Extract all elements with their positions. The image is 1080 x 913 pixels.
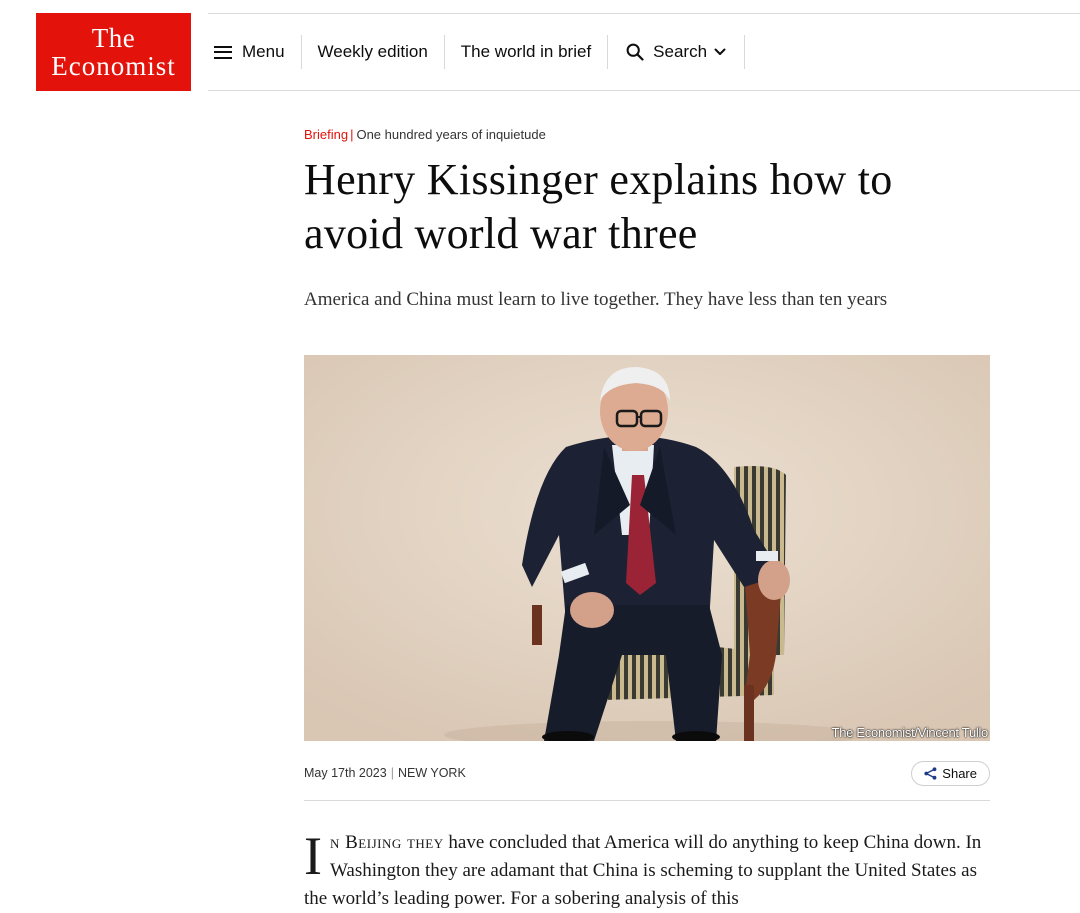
world-in-brief-link[interactable]: The world in brief (445, 35, 609, 69)
menu-button[interactable]: Menu (208, 35, 302, 69)
rubric: Briefing | One hundred years of inquietude (304, 125, 990, 145)
portrait-illustration (304, 355, 990, 741)
logo-line-1: The (91, 22, 136, 53)
economist-logo[interactable]: The Economist (36, 13, 191, 91)
weekly-edition-link[interactable]: Weekly edition (302, 35, 445, 69)
rubric-text: One hundred years of inquietude (356, 127, 546, 142)
share-icon (924, 766, 937, 780)
weekly-edition-label: Weekly edition (317, 42, 428, 61)
article-meta: May 17th 2023 | NEW YORK Share (304, 760, 990, 786)
image-credit: The Economist/Vincent Tullo (831, 725, 989, 740)
world-in-brief-label: The world in brief (460, 42, 592, 61)
rubric-separator: | (350, 127, 354, 142)
hero-image: The Economist/Vincent Tullo (304, 355, 990, 741)
chevron-down-icon (714, 48, 726, 55)
hamburger-icon (214, 45, 232, 59)
logo-line-2: Economist (51, 50, 176, 81)
share-button[interactable]: Share (911, 760, 990, 786)
location: NEW YORK (397, 766, 466, 780)
meta-separator: | (390, 766, 394, 780)
body-smallcaps: n Beijing they (329, 832, 444, 853)
menu-label: Menu (242, 42, 285, 61)
article-header: Briefing | One hundred years of inquietude… (304, 120, 990, 313)
nav-bottom-divider (208, 90, 1080, 91)
search-button[interactable]: Search (608, 35, 746, 69)
article-standfirst: America and China must learn to live tog… (304, 289, 888, 310)
article-body: In Beijing they have concluded that Amer… (304, 829, 990, 913)
page: The Economist Menu Weekly edition The wo… (0, 0, 1080, 913)
top-navigation: Menu Weekly edition The world in brief S… (208, 14, 746, 90)
meta-divider (304, 800, 990, 801)
article-headline: Henry Kissinger explains how to avoid wo… (304, 155, 893, 258)
dateline: May 17th 2023 | NEW YORK (304, 766, 466, 780)
search-label: Search (653, 42, 708, 61)
share-label: Share (942, 765, 977, 781)
drop-cap: I (304, 826, 322, 886)
publish-date: May 17th 2023 (304, 766, 387, 780)
section-link[interactable]: Briefing (304, 127, 348, 142)
search-icon (626, 43, 644, 61)
